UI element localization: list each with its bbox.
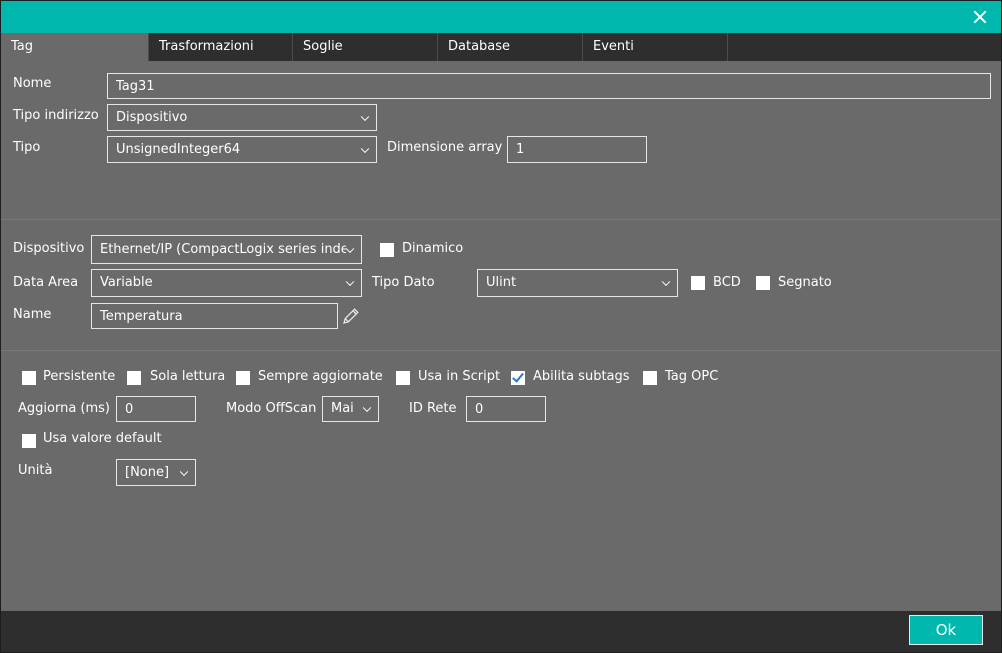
modo-offscan-label: Modo OffScan [226,401,317,416]
chevron-down-icon [179,467,189,476]
nome-input[interactable] [107,73,991,99]
nome-label: Nome [13,76,52,91]
segnato-label: Segnato [778,275,832,290]
sola-lettura-checkbox[interactable] [127,371,141,385]
tipo-value: UnsignedInteger64 [116,142,241,157]
aggiorna-label: Aggiorna (ms) [18,401,110,416]
sola-lettura-label: Sola lettura [150,369,226,384]
section-divider [1,219,1001,220]
chevron-down-icon [362,403,372,413]
tab-soglie[interactable]: Soglie [293,33,438,61]
abilita-subtags-checkbox[interactable] [511,371,525,385]
tipo-select[interactable]: UnsignedInteger64 [107,136,377,163]
usa-valore-default-label: Usa valore default [43,431,162,446]
tab-tag[interactable]: Tag [1,33,149,61]
tipo-dato-value: Ulint [486,275,517,290]
tipo-indirizzo-label: Tipo indirizzo [13,108,99,123]
section-divider [1,350,1001,351]
unita-label: Unità [18,463,53,478]
footer-bar [1,611,1001,652]
name-input[interactable] [91,303,338,329]
persistente-checkbox[interactable] [22,371,36,385]
tag-opc-checkbox[interactable] [643,371,657,385]
tag-opc-label: Tag OPC [665,369,719,384]
tipo-dato-select[interactable]: Ulint [477,269,678,297]
id-rete-input[interactable] [466,396,546,422]
dimensione-array-input[interactable] [507,136,647,163]
chevron-down-icon [661,277,671,287]
tag-dialog: Tag Trasformazioni Soglie Database Event… [0,0,1002,653]
close-icon[interactable] [969,6,991,28]
tab-eventi[interactable]: Eventi [583,33,728,61]
chevron-down-icon [360,144,370,153]
dispositivo-select[interactable]: Ethernet/IP (CompactLogix series inde [91,235,362,264]
data-area-select[interactable]: Variable [91,269,362,297]
segnato-checkbox[interactable] [756,276,770,290]
bcd-checkbox[interactable] [691,276,705,290]
tipo-indirizzo-select[interactable]: Dispositivo [107,104,377,131]
usa-in-script-checkbox[interactable] [396,371,410,385]
ok-button[interactable]: Ok [909,615,983,645]
chevron-down-icon [345,277,355,287]
sempre-aggiornate-checkbox[interactable] [236,371,250,385]
name-label: Name [13,307,52,322]
dinamico-checkbox[interactable] [380,243,394,257]
modo-offscan-value: Mai [331,401,354,416]
unita-value: [None] [125,465,170,480]
usa-in-script-label: Usa in Script [418,369,501,384]
unita-select[interactable]: [None] [116,459,196,486]
chevron-down-icon [360,112,370,121]
bcd-label: BCD [713,275,741,290]
tipo-dato-label: Tipo Dato [372,275,435,290]
dispositivo-label: Dispositivo [13,241,85,256]
dimensione-array-label: Dimensione array [387,140,503,155]
chevron-down-icon [345,244,355,253]
sempre-aggiornate-label: Sempre aggiornate [258,369,383,384]
tab-database[interactable]: Database [438,33,583,61]
usa-valore-default-checkbox[interactable] [22,434,36,448]
tab-bar: Tag Trasformazioni Soglie Database Event… [1,33,1001,61]
data-area-label: Data Area [13,275,79,290]
pencil-icon[interactable] [341,306,361,326]
tab-trasformazioni[interactable]: Trasformazioni [149,33,293,61]
persistente-label: Persistente [43,369,116,384]
modo-offscan-select[interactable]: Mai [322,396,379,422]
dinamico-label: Dinamico [402,241,464,256]
id-rete-label: ID Rete [409,401,457,416]
tipo-indirizzo-value: Dispositivo [116,110,188,125]
aggiorna-input[interactable] [116,396,196,422]
data-area-value: Variable [100,275,153,290]
abilita-subtags-label: Abilita subtags [533,369,630,384]
dispositivo-value: Ethernet/IP (CompactLogix series inde [100,242,346,257]
tipo-label: Tipo [13,140,41,155]
title-bar [1,1,1001,33]
